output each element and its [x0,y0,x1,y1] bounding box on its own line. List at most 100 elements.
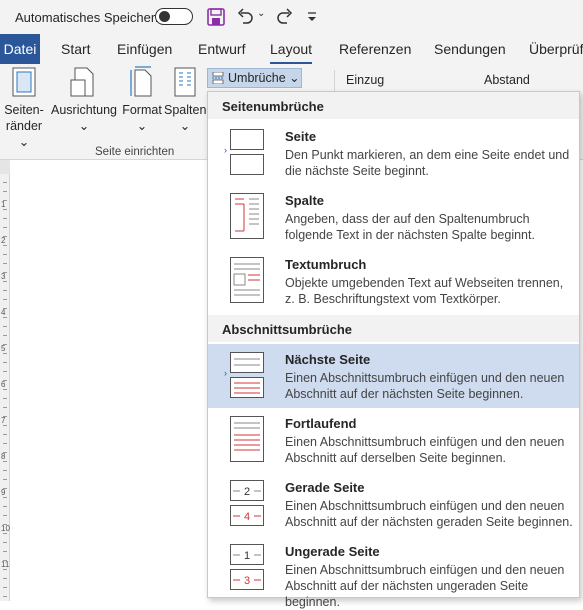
ruler-tick [3,308,7,309]
menu-item-desc: Objekte umgebenden Text auf Webseiten tr… [285,276,564,306]
ruler-tick [3,542,7,543]
ruler-tick [3,533,7,534]
ruler-tick [3,506,7,507]
menu-item-title: Textumbruch [285,257,367,272]
orientation-button[interactable]: Ausrichtung ⌄ [51,66,117,134]
menu-item-desc: Einen Abschnittsumbruch einfügen und den… [285,499,573,529]
menu-item-even-page-section[interactable]: 2 4 Gerade Seite Einen Abschnittsumbruch… [208,472,579,536]
ruler-tick [3,407,7,408]
tab-layout[interactable]: Layout [270,34,313,64]
menu-item-continuous-section[interactable]: Fortlaufend Einen Abschnittsumbruch einf… [208,408,579,472]
ruler-tick [3,434,7,435]
ruler-tick [3,425,7,426]
ruler-number: 6 [1,380,6,389]
columns-button[interactable]: Spalten ⌄ [164,66,206,134]
ruler-tick [3,398,7,399]
customize-toolbar-icon[interactable] [302,7,322,27]
ruler-tick [3,317,7,318]
tab-file[interactable]: Datei [0,34,40,64]
menu-item-desc: Einen Abschnittsumbruch einfügen und den… [285,371,565,401]
ruler-tick [3,209,7,210]
chevron-down-icon: ⌄ [285,71,300,85]
tab-mailings[interactable]: Sendungen [434,34,506,64]
ruler-tick [3,254,7,255]
undo-dropdown-icon[interactable]: ⌄ [257,8,265,19]
menu-item-title: Seite [285,129,317,144]
ruler-tick [3,344,7,345]
chevron-down-icon: ⌄ [18,135,30,149]
ruler-tick [3,200,7,201]
format-button[interactable]: Format ⌄ [121,66,163,134]
ruler-tick [3,299,7,300]
ruler-tick [3,443,7,444]
continuous-section-icon [230,416,264,462]
caret-right-icon: › [224,145,227,155]
quick-access-toolbar: Automatisches Speichern ⌄ [0,0,583,34]
menu-item-text-wrapping-break[interactable]: Textumbruch Objekte umgebenden Text auf … [208,249,579,313]
tab-home[interactable]: Start [61,34,91,64]
ruler-tick [3,335,7,336]
ruler-tick [3,281,7,282]
indent-label: Einzug [346,73,385,87]
menu-item-column-break[interactable]: Spalte Angeben, dass der auf den Spalten… [208,185,579,249]
format-label: Format [122,103,162,117]
ruler-number: 3 [1,272,6,281]
tab-design[interactable]: Entwurf [198,34,245,64]
margins-label-2: ränder [5,119,43,133]
spacing-label: Abstand [484,73,530,87]
vertical-ruler[interactable]: 1 2 3 4 5 6 7 8 9 10 11 [0,160,10,601]
thumb-number: 3 [244,575,250,587]
ruler-tick [3,452,7,453]
menu-item-page-break[interactable]: › Seite Den Punkt markieren, an dem eine… [208,121,579,185]
menu-item-next-page-section[interactable]: › Nächste Seite Einen Abschnittsumbruch … [208,344,579,408]
thumb-number: 2 [244,486,250,498]
ruler-tick [3,515,7,516]
ruler-number: 1 [1,200,6,209]
save-icon[interactable] [206,7,226,27]
thumb-number: 4 [244,511,250,523]
ruler-tick [3,227,7,228]
ruler-tick [3,236,7,237]
tab-references[interactable]: Referenzen [339,34,411,64]
ruler-tick [3,479,7,480]
next-page-section-icon [230,352,264,398]
ruler-tick [3,191,7,192]
tab-insert[interactable]: Einfügen [117,34,172,64]
ruler-tick [3,461,7,462]
menu-item-desc: Den Punkt markieren, an dem eine Seite e… [285,148,570,178]
ruler-tick [3,578,7,579]
columns-icon [174,67,196,97]
ruler-number: 9 [1,488,6,497]
text-wrapping-break-icon [230,257,264,303]
menu-item-odd-page-section[interactable]: 1 3 Ungerade Seite Einen Abschnittsumbru… [208,536,579,609]
ruler-tick [3,182,7,183]
breaks-button[interactable]: Umbrüche ⌄ [207,68,302,88]
menu-item-desc: Angeben, dass der auf den Spaltenumbruch… [285,212,535,242]
menu-item-desc: Einen Abschnittsumbruch einfügen und den… [285,563,565,609]
margins-button[interactable]: Seiten- ränder ⌄ [3,66,45,150]
thumb-number: 1 [244,550,250,562]
ruler-tick [3,353,7,354]
ruler-tick [3,245,7,246]
menu-item-desc: Einen Abschnittsumbruch einfügen und den… [285,435,565,465]
menu-item-title: Nächste Seite [285,352,371,367]
ruler-tick [3,362,7,363]
ruler-tick [3,470,7,471]
autosave-toggle[interactable] [155,8,193,25]
page-setup-group-label: Seite einrichten [95,146,175,158]
undo-icon[interactable] [235,7,255,27]
ruler-tick [3,560,7,561]
autosave-label: Automatisches Speichern [15,10,163,25]
redo-icon[interactable] [275,7,295,27]
section-breaks-header: Abschnittsumbrüche [208,315,579,342]
ruler-tick [3,272,7,273]
ruler-tick [3,380,7,381]
tab-review[interactable]: Überprüf [529,34,583,64]
ruler-tick [3,326,7,327]
caret-right-icon: › [224,368,227,378]
orientation-icon [70,67,94,97]
ribbon-tabs: Datei Start Einfügen Entwurf Layout Refe… [0,34,583,64]
margins-icon [12,67,36,97]
odd-page-section-icon: 1 3 [230,544,264,590]
ruler-tick [3,290,7,291]
